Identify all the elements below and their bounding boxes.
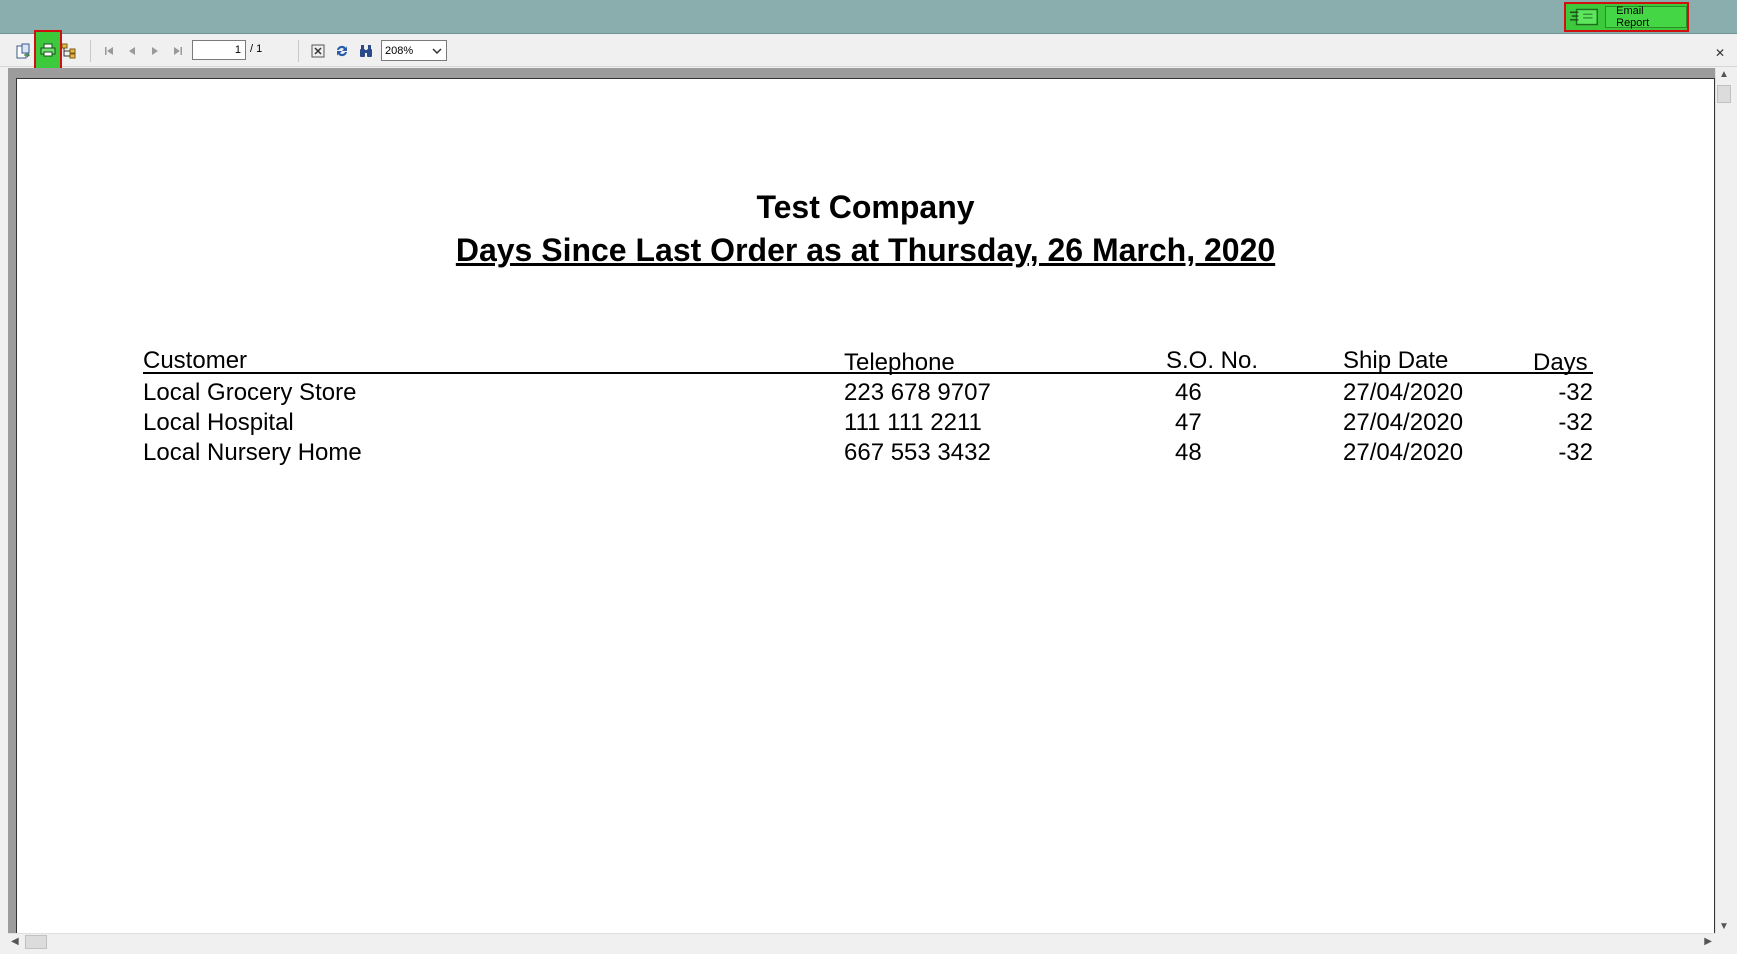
zoom-select[interactable]: 208% — [381, 40, 447, 61]
report-viewport: Test Company Days Since Last Order as at… — [8, 68, 1715, 933]
cell-telephone: 223 678 9707 — [844, 379, 991, 406]
column-header-ship-date: Ship Date — [1343, 347, 1449, 374]
page-total: / 1 — [250, 43, 263, 55]
cell-so-no: 48 — [1175, 439, 1202, 466]
first-page-icon[interactable] — [100, 42, 118, 60]
print-icon — [40, 43, 56, 57]
horizontal-scroll-thumb[interactable] — [25, 935, 47, 949]
previous-page-icon[interactable] — [123, 42, 141, 60]
scroll-down-icon[interactable]: ▼ — [1719, 921, 1729, 932]
cell-customer: Local Hospital — [143, 409, 294, 436]
title-bar: Email Report — [0, 0, 1737, 34]
column-header-so-no: S.O. No. — [1166, 347, 1259, 374]
search-icon[interactable] — [357, 42, 375, 60]
cell-so-no: 46 — [1175, 379, 1202, 406]
scroll-left-icon[interactable]: ◀ — [11, 936, 19, 947]
scroll-right-icon[interactable]: ▶ — [1704, 936, 1712, 947]
chevron-down-icon — [432, 48, 442, 55]
page-number-input[interactable] — [192, 40, 246, 60]
cell-so-no: 47 — [1175, 409, 1202, 436]
cell-telephone: 667 553 3432 — [844, 439, 991, 466]
scroll-up-icon[interactable]: ▲ — [1719, 69, 1729, 80]
cell-customer: Local Grocery Store — [143, 379, 357, 406]
cell-days: -32 — [1558, 439, 1593, 466]
email-report-button[interactable]: Email Report — [1605, 5, 1687, 29]
print-button[interactable] — [34, 30, 62, 70]
stop-icon[interactable] — [309, 42, 327, 60]
email-icon[interactable] — [1569, 6, 1599, 28]
cell-days: -32 — [1558, 409, 1593, 436]
report-title: Days Since Last Order as at Thursday, 26… — [455, 232, 1276, 268]
vertical-scrollbar[interactable]: ▲ ▼ — [1715, 68, 1732, 933]
cell-customer: Local Nursery Home — [143, 439, 362, 466]
horizontal-scrollbar[interactable]: ◀ ▶ — [8, 933, 1715, 950]
cell-ship-date: 27/04/2020 — [1343, 379, 1464, 406]
group-tree-icon[interactable] — [60, 42, 78, 60]
column-header-customer: Customer — [143, 347, 248, 374]
cell-ship-date: 27/04/2020 — [1343, 439, 1464, 466]
zoom-value: 208% — [385, 44, 414, 57]
next-page-icon[interactable] — [146, 42, 164, 60]
toolbar-separator — [90, 40, 91, 62]
cell-days: -32 — [1558, 379, 1593, 406]
refresh-icon[interactable] — [333, 42, 351, 60]
email-report-group: Email Report — [1564, 2, 1689, 32]
vertical-scroll-thumb[interactable] — [1717, 85, 1731, 103]
export-icon[interactable] — [14, 42, 32, 60]
header-divider — [143, 372, 1593, 374]
last-page-icon[interactable] — [169, 42, 187, 60]
cell-ship-date: 27/04/2020 — [1343, 409, 1464, 436]
company-name: Test Company — [756, 189, 975, 225]
toolbar-separator — [298, 40, 299, 62]
cell-telephone: 111 111 2211 — [844, 409, 982, 436]
report-page: Test Company Days Since Last Order as at… — [16, 78, 1715, 933]
close-icon[interactable]: ✕ — [1715, 46, 1725, 60]
